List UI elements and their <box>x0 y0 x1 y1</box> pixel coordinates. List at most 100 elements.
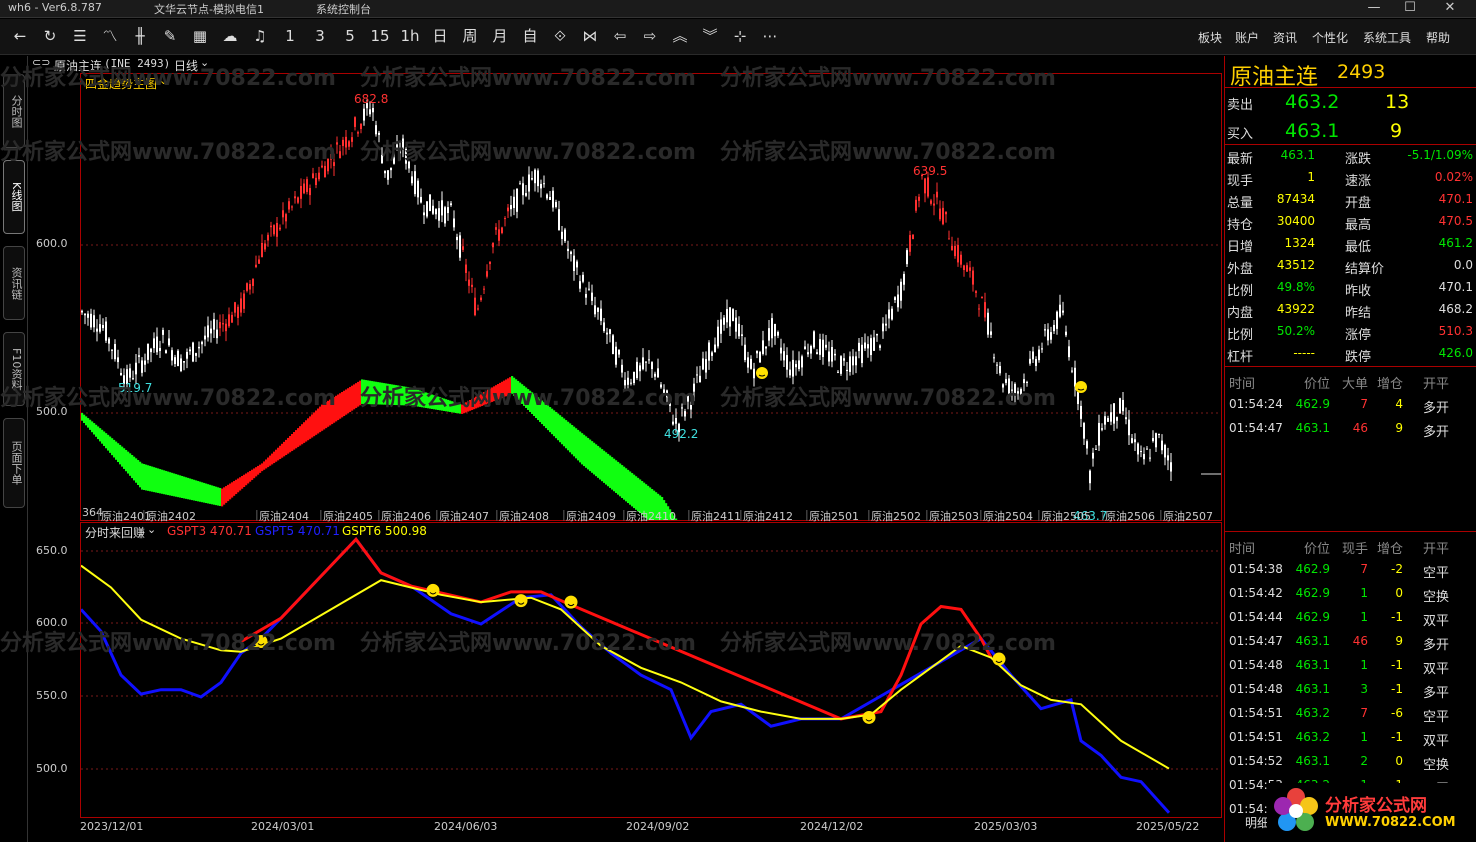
calculator-icon[interactable]: ▦ <box>188 27 212 45</box>
table-row[interactable]: 01:54:44 462.9 1 -1 双平 <box>1225 608 1476 630</box>
candle-body <box>222 323 224 325</box>
trend-band-segment <box>127 451 130 474</box>
tab-f10[interactable]: F10资料 <box>3 332 25 406</box>
candle-body <box>228 314 230 327</box>
candle-body <box>498 229 500 241</box>
shrink-icon[interactable]: ⟐ <box>548 27 572 45</box>
table-row[interactable]: 01:54:48 463.1 3 -1 多平 <box>1225 680 1476 702</box>
trend-band-segment <box>577 429 580 461</box>
list-icon[interactable]: ☰ <box>68 27 92 45</box>
menu-account[interactable]: 账户 <box>1235 29 1259 46</box>
period-month[interactable]: 月 <box>488 27 512 45</box>
table-row[interactable]: 01:54:52 463.1 2 0 空换 <box>1225 752 1476 774</box>
table-row[interactable]: 01:54:47 463.1 46 9 多开 <box>1225 419 1476 441</box>
trend-band-segment <box>117 443 120 463</box>
tab-intraday[interactable]: 分时图 <box>3 74 25 148</box>
close-icon[interactable]: ✕ <box>1432 0 1468 17</box>
more-icon[interactable]: ⋯ <box>758 27 782 45</box>
candle-body <box>1164 444 1166 458</box>
candle-body <box>438 208 440 221</box>
type-cell: 双平 <box>1423 614 1450 629</box>
column-header: 时间 <box>1229 377 1256 392</box>
stat-value: 1 <box>1307 170 1315 184</box>
tab-kline[interactable]: K线图 <box>3 160 25 234</box>
candle-body <box>1056 311 1058 329</box>
time-cell: 01:54:38 <box>1229 562 1283 576</box>
expand-icon[interactable]: ⋈ <box>578 27 602 45</box>
refresh-icon[interactable]: ↻ <box>38 27 62 45</box>
period-custom[interactable]: 自 <box>518 27 542 45</box>
console-link[interactable]: 系统控制台 <box>316 1 371 17</box>
menu-news[interactable]: 资讯 <box>1273 29 1297 46</box>
tab-order[interactable]: 页面下单 <box>3 418 25 508</box>
period-1[interactable]: 1 <box>278 27 302 45</box>
prev-icon[interactable]: ⇦ <box>608 27 632 45</box>
menu-tools[interactable]: 系统工具 <box>1363 29 1411 46</box>
candlestick-chart[interactable] <box>81 74 1221 520</box>
table-row[interactable]: 01:54:48 463.1 1 -1 双平 <box>1225 656 1476 678</box>
table-row[interactable]: 01:54:51 463.2 1 -1 双平 <box>1225 728 1476 750</box>
table-row[interactable]: 01:54:51 463.2 7 -6 空平 <box>1225 704 1476 726</box>
table-row[interactable]: 01:54:38 462.9 7 -2 空平 <box>1225 560 1476 582</box>
tab-detail[interactable]: 明细 <box>1245 814 1269 831</box>
oi-cell: -1 <box>1391 658 1403 672</box>
trend-band-segment <box>457 403 460 414</box>
trend-band-segment <box>367 380 370 405</box>
trend-band-segment <box>445 399 448 412</box>
next-icon[interactable]: ⇨ <box>638 27 662 45</box>
kline-icon[interactable]: ╫ <box>128 27 152 45</box>
up-icon[interactable]: ︽ <box>668 27 692 45</box>
trend-band-segment <box>475 396 478 409</box>
period-week[interactable]: 周 <box>458 27 482 45</box>
period-1h[interactable]: 1h <box>398 27 422 45</box>
bell-icon[interactable]: ♫ <box>248 27 272 45</box>
table-row[interactable]: 01:54:24 462.9 7 4 多开 <box>1225 395 1476 417</box>
date-label: 2024/09/02 <box>626 820 690 833</box>
candle-body <box>267 234 269 241</box>
table-header: 时间 价位 现手 增仓 开平 <box>1225 536 1476 558</box>
indicator-chart[interactable] <box>81 523 1221 817</box>
chevron-down-icon[interactable]: ⌄ <box>159 74 168 87</box>
chevron-down-icon[interactable]: ⌄ <box>200 56 209 69</box>
candle-body <box>954 245 956 257</box>
minimize-icon[interactable]: — <box>1356 0 1392 17</box>
table-row[interactable]: 01:54:47 463.1 46 9 多开 <box>1225 632 1476 654</box>
stat-value: 0.0 <box>1453 258 1473 272</box>
trend-band-segment <box>465 402 468 413</box>
candle-body <box>462 246 464 250</box>
trend-band-segment <box>463 403 466 414</box>
candle-body <box>771 318 773 339</box>
table-row[interactable]: 01:54:42 462.9 1 0 空换 <box>1225 584 1476 606</box>
cloud-icon[interactable]: ☁ <box>218 27 242 45</box>
candle-body <box>525 193 527 196</box>
period-3[interactable]: 3 <box>308 27 332 45</box>
period-day[interactable]: 日 <box>428 27 452 45</box>
period-select[interactable]: 日线 <box>174 57 198 74</box>
stat-label: 开盘 <box>1345 196 1372 211</box>
trend-band-segment <box>171 472 174 496</box>
main-chart[interactable]: 四金趋势主图 ⌄ 682.8 639.5 519.7 492.2 463.7 3… <box>80 73 1222 523</box>
chevron-down-icon[interactable]: ⌄ <box>147 523 156 536</box>
crosshair-icon[interactable]: ⊹ <box>728 27 752 45</box>
stat-value: 470.5 <box>1438 214 1473 228</box>
line-chart-icon[interactable]: 〽 <box>98 27 122 45</box>
period-15[interactable]: 15 <box>368 27 392 45</box>
period-5[interactable]: 5 <box>338 27 362 45</box>
tab-news-chain[interactable]: 资讯链 <box>3 246 25 320</box>
indicator-name[interactable]: 四金趋势主图 <box>85 75 157 92</box>
candle-body <box>1017 391 1019 394</box>
sub-chart[interactable]: 分时来回赚 ⌄ GSPT3 470.71 GSPT5 470.71 GSPT6 … <box>80 522 1222 818</box>
draw-icon[interactable]: ✎ <box>158 27 182 45</box>
time-cell: 01:54:44 <box>1229 610 1283 624</box>
down-icon[interactable]: ︾ <box>698 27 722 45</box>
stat-row: 外盘 43512 结算价 0.0 <box>1225 255 1476 277</box>
candle-body <box>768 328 770 341</box>
back-icon[interactable]: ← <box>8 27 32 45</box>
trend-band-segment <box>247 472 250 484</box>
candle-body <box>258 259 260 264</box>
menu-personalize[interactable]: 个性化 <box>1312 29 1348 46</box>
menu-sector[interactable]: 板块 <box>1198 29 1222 46</box>
menu-help[interactable]: 帮助 <box>1426 29 1450 46</box>
sub-indicator-name[interactable]: 分时来回赚 <box>85 524 145 541</box>
maximize-icon[interactable]: ☐ <box>1392 0 1428 17</box>
